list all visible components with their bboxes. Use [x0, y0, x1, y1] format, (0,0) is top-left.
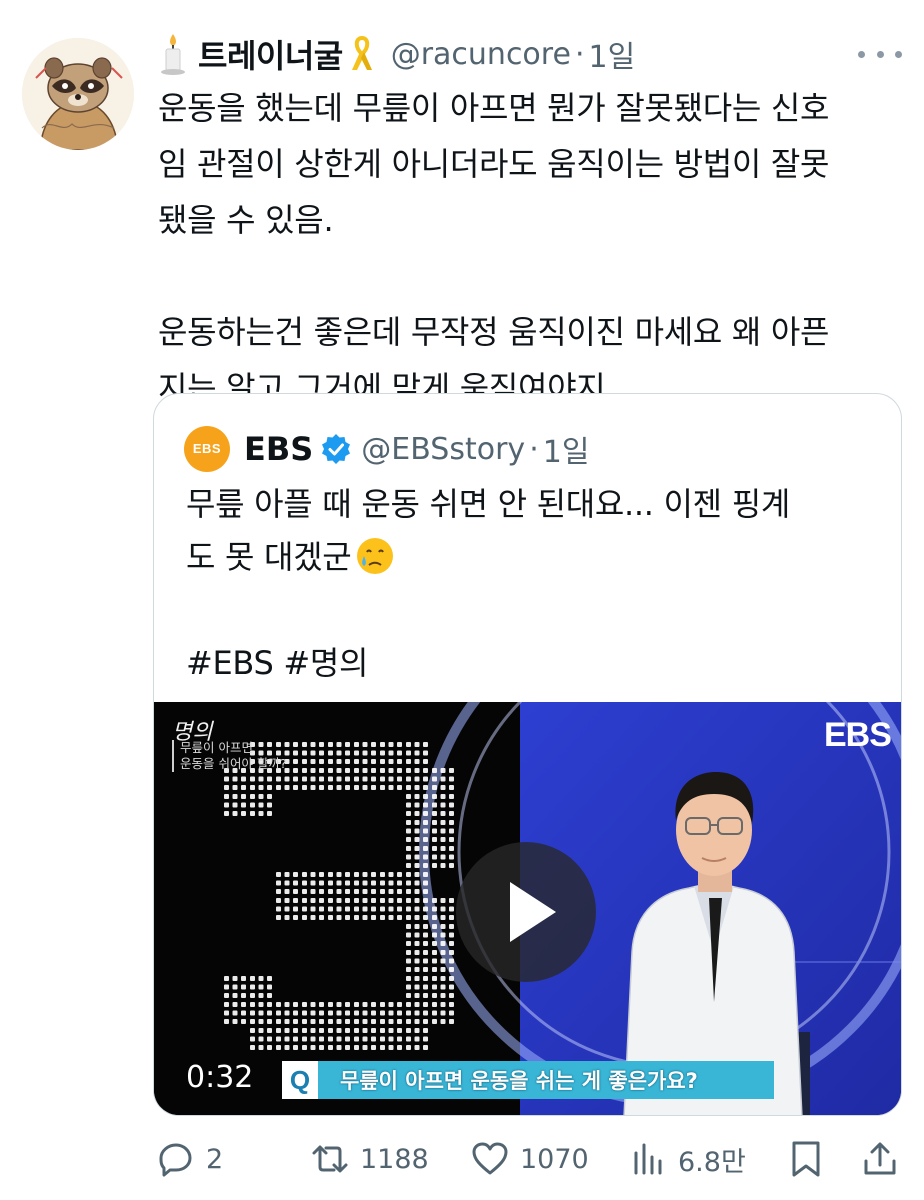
quoted-line: 무릎 아플 때 운동 쉬면 안 된대요... 이젠 핑계 [186, 485, 790, 523]
quoted-line-with-emoji: 도 못 대겠군 [186, 531, 886, 584]
heart-icon [472, 1142, 508, 1175]
verified-badge-icon [322, 434, 351, 464]
video-caption: 무릎이 아프면 운동을 쉬는 게 좋은가요? [340, 1069, 698, 1093]
tweet-header: 트레이너굴 @racuncore · 1일 [158, 30, 635, 78]
bookmark-button[interactable] [786, 1134, 826, 1184]
tweet-timestamp[interactable]: 1일 [588, 32, 635, 76]
retweet-count: 1188 [360, 1143, 429, 1175]
quoted-line: 도 못 대겠군 [186, 538, 352, 576]
video-player[interactable]: 명의 무릎이 아프면 운동을 쉬어야 할까? EBS 0:32 Q 무릎이 아프… [154, 702, 901, 1115]
views-count: 6.8만 [678, 1146, 746, 1178]
tweet-line: 운동하는건 좋은데 무작정 움직이진 마세요 왜 아픈 [158, 313, 830, 351]
ebs-avatar[interactable]: EBS [184, 426, 230, 472]
action-bar: 2 1188 1070 6.8만 [0, 1134, 924, 1184]
reply-button[interactable]: 2 [156, 1134, 223, 1184]
tweet-line: 운동을 했는데 무릎이 아프면 뭔가 잘못됐다는 신호 [158, 89, 830, 127]
play-button[interactable] [456, 842, 596, 982]
reply-icon [159, 1143, 192, 1177]
video-duration: 0:32 [186, 1060, 254, 1095]
like-count: 1070 [520, 1143, 589, 1175]
views-button[interactable]: 6.8만 [628, 1134, 746, 1184]
reply-count: 2 [206, 1143, 224, 1175]
quoted-display-name[interactable]: EBS [244, 430, 313, 468]
like-button[interactable]: 1070 [470, 1134, 589, 1184]
candle-icon [161, 34, 185, 75]
caption-q-label: Q [282, 1061, 318, 1099]
share-icon [864, 1142, 896, 1175]
retweet-button[interactable]: 1188 [310, 1134, 429, 1184]
separator-dot: · [529, 431, 539, 467]
quoted-timestamp[interactable]: 1일 [543, 427, 590, 471]
subtitle-line: 무릎이 아프면 [180, 740, 253, 755]
author-avatar[interactable] [22, 38, 134, 150]
share-button[interactable] [860, 1134, 900, 1184]
separator-dot: · [574, 36, 585, 72]
quoted-tweet-header: EBS EBS @EBSstory · 1일 [184, 424, 589, 474]
video-caption-bar: Q 무릎이 아프면 운동을 쉬는 게 좋은가요? [282, 1061, 774, 1099]
quoted-tweet[interactable]: EBS EBS @EBSstory · 1일 무릎 아플 때 운동 쉬면 안 된… [153, 393, 902, 1116]
crying-face-emoji-icon [357, 538, 394, 574]
bookmark-icon [792, 1141, 820, 1177]
tweet-line: 됐을 수 있음. [158, 201, 334, 239]
subtitle-line: 운동을 쉬어야 할까? [180, 756, 287, 771]
author-display-name[interactable]: 트레이너굴 [198, 31, 343, 77]
quoted-tweet-text: 무릎 아플 때 운동 쉬면 안 된대요... 이젠 핑계 도 못 대겠군 #EB… [186, 478, 886, 690]
author-handle[interactable]: @racuncore [391, 37, 571, 72]
tweet-text: 운동을 했는데 무릎이 아프면 뭔가 잘못됐다는 신호 임 관절이 상한게 아니… [158, 80, 898, 416]
raccoon-avatar-icon [22, 38, 134, 150]
views-chart-icon [634, 1143, 662, 1175]
ebs-watermark: EBS [824, 716, 892, 754]
yellow-ribbon-icon [351, 35, 372, 70]
quoted-handle[interactable]: @EBSstory [361, 432, 525, 467]
hashtags[interactable]: #EBS #명의 [186, 637, 886, 690]
retweet-icon [312, 1145, 348, 1173]
tweet[interactable]: 트레이너굴 @racuncore · 1일 운동을 했는데 무릎이 아프면 뭔가… [0, 0, 924, 1200]
play-icon [510, 882, 556, 942]
ebs-logo-text: EBS [192, 441, 222, 456]
more-options-icon[interactable] [858, 44, 902, 64]
tweet-line: 임 관절이 상한게 아니더라도 움직이는 방법이 잘못 [158, 145, 830, 183]
show-subtitle: 무릎이 아프면 운동을 쉬어야 할까? [172, 740, 287, 772]
